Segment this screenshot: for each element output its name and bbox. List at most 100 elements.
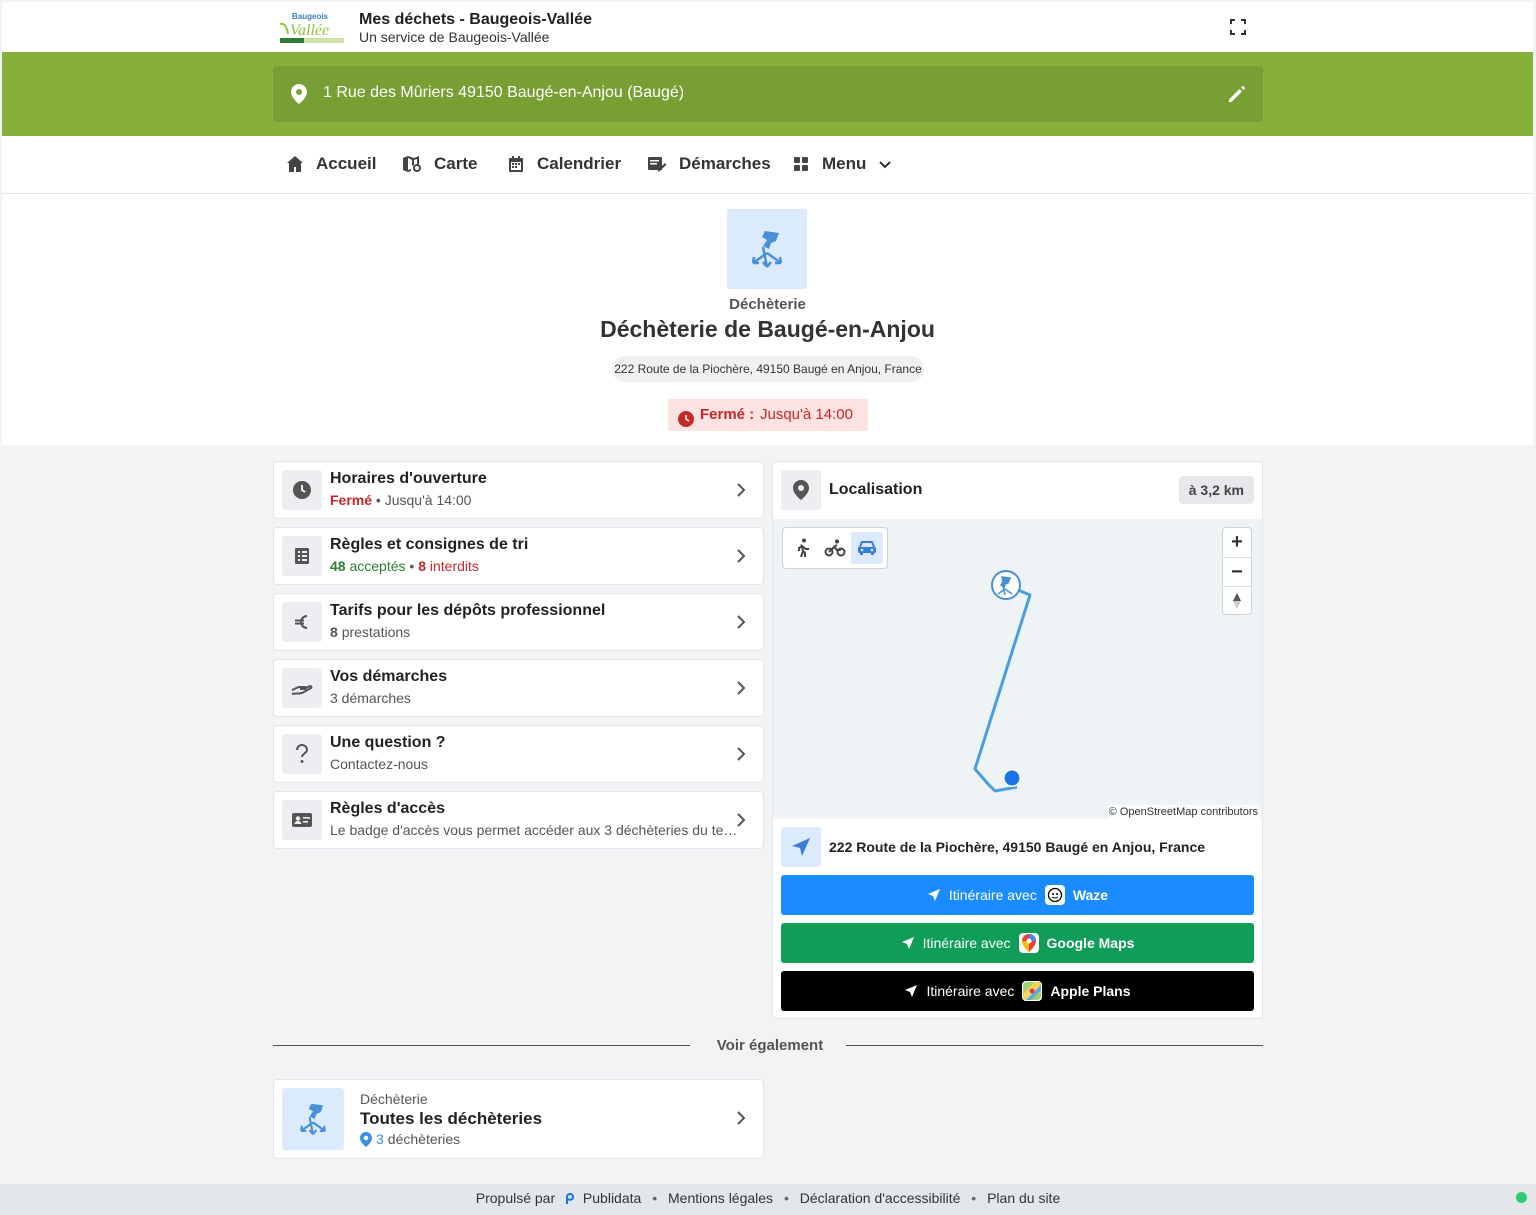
publidata-logo-icon [565,1192,575,1208]
navigation-arrow-icon [927,889,940,901]
address-banner: 1 Rue des Mûriers 49150 Baugé-en-Anjou (… [2,52,1533,136]
card-access-rules[interactable]: Règles d'accès Le badge d'accès vous per… [273,791,764,849]
google-maps-route-button[interactable]: Itinéraire avec Google Maps [781,923,1254,963]
nav-item-demarches[interactable]: Démarches [647,154,771,174]
accepted-count: 48 [330,558,346,574]
card-subtitle: Le badge d'accès vous permet accéder aux… [330,822,738,838]
edit-pencil-icon[interactable] [1227,84,1247,109]
publidata-link[interactable]: Publidata [583,1190,641,1206]
current-address: 1 Rue des Mûriers 49150 Baugé-en-Anjou (… [323,84,685,101]
accessibility-link[interactable]: Déclaration d'accessibilité [800,1190,961,1206]
facility-category: Déchèterie [729,296,806,313]
chevron-right-icon [737,483,746,497]
nav-item-carte[interactable]: Carte [402,154,477,174]
compass-button[interactable] [1223,586,1251,615]
card-opening-hours[interactable]: Horaires d'ouverture Fermé • Jusqu'à 14:… [273,461,764,519]
accepted-label: acceptés [349,558,406,574]
centers-label: déchèteries [387,1131,461,1147]
page-frame: Baugeois Vallée Mes déchets - Baugeois-V… [2,2,1533,1184]
card-question[interactable]: Une question ? Contactez-nous [273,725,764,783]
location-title: Localisation [829,481,923,498]
card-title: Vos démarches [330,668,448,685]
home-icon [287,156,303,172]
svg-text:Vallée: Vallée [290,22,329,39]
route-map[interactable]: + − © OpenStreetMap contributors [773,519,1262,819]
fullscreen-icon[interactable] [1229,18,1247,36]
separator: • [652,1190,658,1206]
chevron-right-icon [737,549,746,563]
page-title: Déchèterie de Baugé-en-Anjou [600,316,935,342]
card-sorting-rules[interactable]: Règles et consignes de tri 48 acceptés •… [273,527,764,585]
separator: • [409,558,415,574]
chevron-right-icon [737,681,746,695]
calendar-icon [509,156,523,172]
route-prefix: Itinéraire avec [926,983,1015,999]
bike-icon [824,539,846,557]
top-header: Baugeois Vallée Mes déchets - Baugeois-V… [2,2,1533,52]
powered-by-text: Propulsé par [475,1190,556,1206]
nav-item-accueil[interactable]: Accueil [286,154,376,174]
nav-label: Démarches [679,154,771,173]
hours-detail: Jusqu'à 14:00 [384,492,472,508]
nav-item-calendrier[interactable]: Calendrier [507,154,621,174]
svg-text:Baugeois: Baugeois [292,12,329,21]
card-title: Règles d'accès [330,800,445,817]
address-selector[interactable]: 1 Rue des Mûriers 49150 Baugé-en-Anjou (… [273,66,1263,122]
walk-icon [798,538,809,558]
footer-links: Propulsé par Publidata • Mentions légale… [0,1190,1536,1208]
walk-mode-button[interactable] [787,532,819,564]
destination-address: 222 Route de la Piochère, 49150 Baugé en… [829,839,1206,855]
brand-logo[interactable]: Baugeois Vallée [278,10,346,46]
navigation-arrow-icon [901,937,914,949]
location-pin-icon [360,1131,372,1147]
card-all-recycling-centers[interactable]: Déchèterie Toutes les déchèteries 3 déch… [273,1079,764,1159]
card-procedures[interactable]: Vos démarches 3 démarches [273,659,764,717]
separator: • [783,1190,789,1206]
card-category: Déchèterie [360,1091,428,1107]
chevron-right-icon [737,1111,746,1125]
card-title: Toutes les déchèteries [360,1109,543,1128]
distance-badge: à 3,2 km [1178,476,1254,504]
location-pin-icon [291,84,307,109]
route-brand: Waze [1072,887,1109,903]
apple-plans-route-button[interactable]: Itinéraire avec Apple Plans [781,971,1254,1011]
card-title: Tarifs pour les dépôts professionnel [330,602,606,619]
clock-icon [678,407,694,439]
nav-item-menu[interactable]: Menu [792,154,892,174]
map-icon [403,156,421,172]
nav-label: Menu [822,154,867,173]
map-attribution[interactable]: © OpenStreetMap contributors [1106,805,1260,819]
compass-icon [1233,593,1241,609]
apple-plans-logo-icon [1022,981,1043,1001]
route-brand: Apple Plans [1050,983,1131,999]
zoom-controls: + − [1222,527,1252,615]
page-footer: Propulsé par Publidata • Mentions légale… [0,1184,1536,1215]
zoom-out-button[interactable]: − [1223,557,1251,586]
google-maps-logo-icon [1018,933,1039,953]
closed-label: Fermé [330,492,373,508]
checklist-icon [282,536,322,576]
car-mode-button[interactable] [851,532,883,564]
card-subtitle: 8 prestations [330,624,410,640]
car-icon [858,541,876,555]
id-card-icon [282,800,322,840]
route-prefix: Itinéraire avec [922,935,1011,951]
card-subtitle: 48 acceptés • 8 interdits [330,558,479,574]
zoom-in-button[interactable]: + [1223,528,1251,557]
sitemap-link[interactable]: Plan du site [987,1190,1060,1206]
bike-mode-button[interactable] [819,532,851,564]
facility-address-chip: 222 Route de la Piochère, 49150 Baugé en… [612,356,924,382]
destination-row: 222 Route de la Piochère, 49150 Baugé en… [773,819,1262,875]
route-brand: Google Maps [1046,935,1135,951]
app-subtitle: Un service de Baugeois-Vallée [359,29,550,45]
card-title: Horaires d'ouverture [330,470,487,487]
clock-icon [282,470,322,510]
status-value: Jusqu'à 14:00 [760,406,853,423]
card-pro-pricing[interactable]: Tarifs pour les dépôts professionnel 8 p… [273,593,764,651]
chevron-right-icon [737,747,746,761]
legal-notice-link[interactable]: Mentions légales [668,1190,773,1206]
see-also-heading: Voir également [716,1037,824,1054]
separator: • [375,492,381,508]
location-pin-icon [781,470,821,510]
waze-route-button[interactable]: Itinéraire avec Waze [781,875,1254,915]
